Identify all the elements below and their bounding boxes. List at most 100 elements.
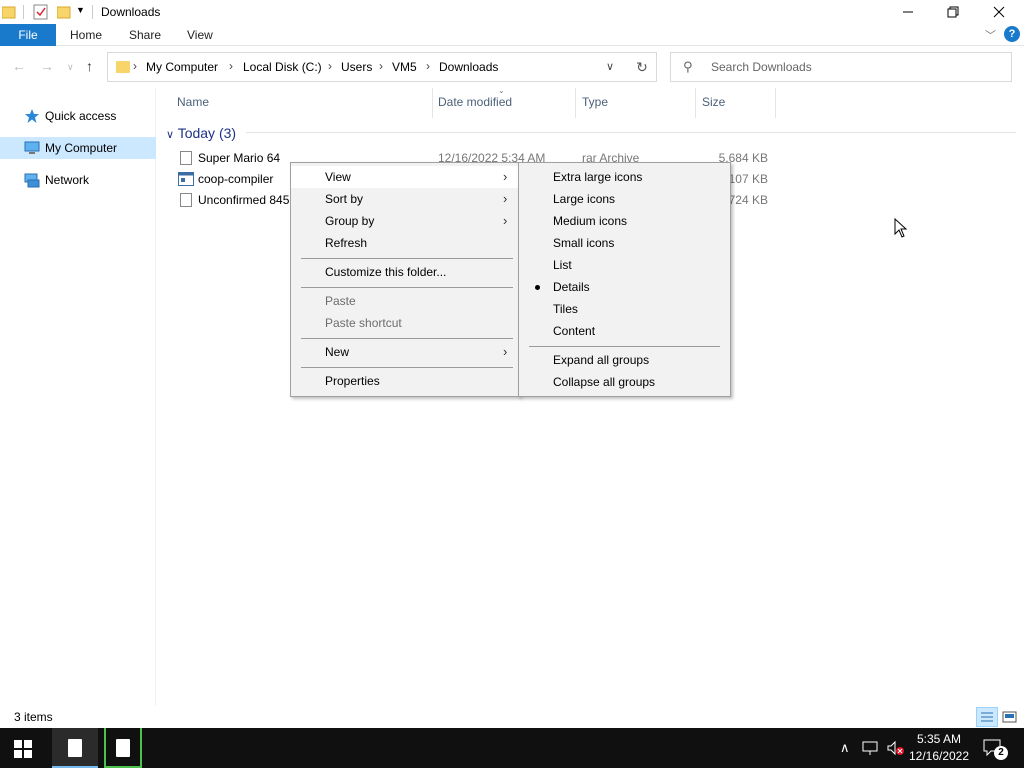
file-name: Unconfirmed 845 (198, 193, 290, 207)
column-header-name[interactable]: Name (177, 95, 209, 109)
restore-icon (947, 6, 959, 18)
menu-item-view[interactable]: View › (291, 166, 519, 188)
taskbar-app-explorer[interactable] (52, 728, 98, 768)
chevron-right-icon[interactable]: › (229, 59, 233, 73)
file-icon (180, 151, 192, 165)
menu-item-content[interactable]: Content (519, 320, 730, 342)
sidebar-item-label: My Computer (45, 141, 118, 155)
folder-icon[interactable] (2, 5, 16, 19)
system-clock[interactable]: 5:35 AM 12/16/2022 (900, 731, 978, 765)
menu-item-customize-folder[interactable]: Customize this folder... (291, 261, 519, 283)
recent-locations-icon[interactable]: ∨ (67, 62, 74, 73)
menu-item-label: View (325, 170, 351, 184)
menu-item-tiles[interactable]: Tiles (519, 298, 730, 320)
chevron-right-icon[interactable]: › (133, 59, 137, 73)
details-view-button[interactable] (976, 707, 998, 727)
back-arrow-icon[interactable]: ← (12, 58, 26, 74)
search-placeholder: Search Downloads (711, 60, 812, 74)
minimize-icon (903, 11, 913, 13)
menu-item-label: Sort by (325, 192, 364, 206)
forward-arrow-icon[interactable]: → (40, 58, 54, 74)
tab-home[interactable]: Home (70, 24, 102, 46)
navigation-bar: ← → ∨ ↑ › My Computer › Local Disk (C:) … (0, 46, 1024, 88)
tab-share[interactable]: Share (129, 24, 161, 46)
action-center-button[interactable]: 2 (982, 738, 1008, 760)
column-header-size[interactable]: Size (702, 95, 725, 109)
search-box[interactable]: ⚲ Search Downloads (670, 52, 1012, 82)
document-icon (68, 739, 82, 757)
menu-item-label: Group by (325, 214, 375, 228)
chevron-up-icon[interactable]: ∧ (840, 740, 850, 756)
new-folder-icon[interactable] (57, 5, 71, 19)
sidebar-item-quick-access[interactable]: Quick access (0, 105, 156, 127)
menu-item-label: Paste (325, 294, 356, 308)
windows-start-icon[interactable] (14, 740, 32, 758)
menu-item-properties[interactable]: Properties (291, 370, 519, 392)
menu-item-new[interactable]: New › (291, 341, 519, 363)
column-divider[interactable] (695, 88, 696, 118)
network-icon[interactable] (862, 740, 880, 756)
menu-item-refresh[interactable]: Refresh (291, 232, 519, 254)
tab-file[interactable]: File (0, 24, 56, 46)
breadcrumb-downloads[interactable]: Downloads (439, 60, 498, 74)
menu-item-label: Paste shortcut (325, 316, 402, 330)
taskbar-app-document[interactable] (100, 728, 146, 768)
menu-item-list[interactable]: List (519, 254, 730, 276)
tab-view[interactable]: View (187, 24, 213, 46)
refresh-button[interactable]: ↻ (628, 52, 657, 82)
mouse-cursor-icon (894, 218, 908, 238)
breadcrumb-my-computer[interactable]: My Computer (146, 60, 218, 74)
chevron-right-icon[interactable]: › (328, 59, 332, 73)
up-arrow-icon[interactable]: ↑ (86, 58, 93, 74)
column-divider[interactable] (575, 88, 576, 118)
menu-item-label: Medium icons (553, 214, 628, 228)
column-divider[interactable] (775, 88, 776, 118)
group-header-label: ∨ Today (3) (166, 125, 237, 141)
chevron-right-icon[interactable]: › (379, 59, 383, 73)
help-icon[interactable]: ? (1004, 26, 1020, 42)
properties-icon[interactable] (33, 4, 49, 20)
menu-item-large-icons[interactable]: Large icons (519, 188, 730, 210)
column-header-date-modified[interactable]: Date modified (438, 95, 512, 109)
customize-qat-icon[interactable]: ▼ (76, 5, 85, 15)
menu-item-expand-all-groups[interactable]: Expand all groups (519, 349, 730, 371)
chevron-right-icon[interactable]: › (426, 59, 430, 73)
restore-button[interactable] (930, 0, 976, 24)
menu-item-label: Small icons (553, 236, 615, 250)
breadcrumb-local-disk[interactable]: Local Disk (C:) (243, 60, 322, 74)
menu-item-label: Properties (325, 374, 380, 388)
menu-separator (301, 338, 513, 339)
sort-caret-icon: ⌄ (498, 86, 505, 95)
close-icon (993, 6, 1005, 18)
large-icons-view-button[interactable] (998, 707, 1020, 727)
menu-item-group-by[interactable]: Group by › (291, 210, 519, 232)
column-divider[interactable] (432, 88, 433, 118)
chevron-down-icon[interactable]: ∨ (606, 60, 614, 73)
chevron-right-icon: › (503, 191, 508, 206)
expand-ribbon-icon[interactable]: ﹀ (985, 27, 996, 43)
search-icon: ⚲ (683, 59, 693, 74)
menu-item-collapse-all-groups[interactable]: Collapse all groups (519, 371, 730, 393)
breadcrumb-users[interactable]: Users (341, 60, 372, 74)
column-header-type[interactable]: Type (582, 95, 608, 109)
menu-item-medium-icons[interactable]: Medium icons (519, 210, 730, 232)
sidebar-item-network[interactable]: Network (0, 169, 156, 191)
menu-item-label: Collapse all groups (553, 375, 656, 389)
sidebar-item-my-computer[interactable]: My Computer (0, 137, 156, 159)
file-name: Super Mario 64 (198, 151, 281, 165)
menu-item-label: Extra large icons (553, 170, 643, 184)
close-button[interactable] (976, 0, 1022, 24)
menu-item-extra-large-icons[interactable]: Extra large icons (519, 166, 730, 188)
network-icon (24, 173, 40, 188)
menu-item-paste-shortcut: Paste shortcut (291, 312, 519, 334)
breadcrumb-vm5[interactable]: VM5 (392, 60, 417, 74)
address-bar[interactable]: › My Computer › Local Disk (C:) › Users … (107, 52, 657, 82)
menu-item-label: Refresh (325, 236, 368, 250)
menu-item-details[interactable]: Details (519, 276, 730, 298)
menu-item-small-icons[interactable]: Small icons (519, 232, 730, 254)
group-divider (246, 132, 1016, 133)
menu-item-sort-by[interactable]: Sort by › (291, 188, 519, 210)
chevron-down-icon: ∨ (166, 129, 175, 141)
minimize-button[interactable] (885, 0, 931, 24)
star-icon (25, 109, 39, 123)
